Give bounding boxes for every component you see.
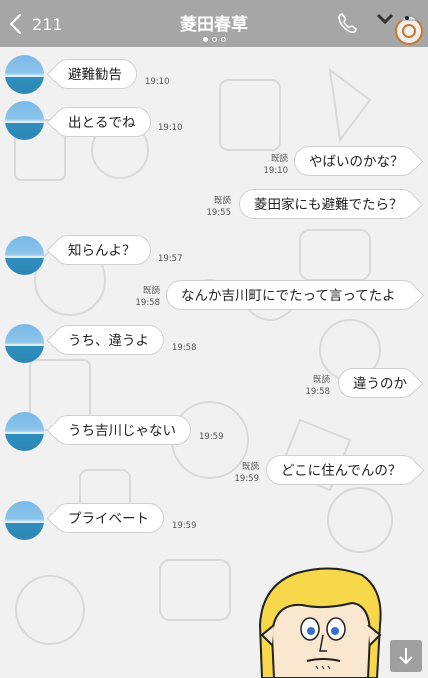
message-bubble-incoming[interactable]: 避難勧告 (53, 59, 137, 89)
avatar[interactable] (5, 501, 44, 540)
avatar[interactable] (5, 324, 44, 363)
page-dot (202, 37, 208, 42)
scroll-to-bottom-button[interactable] (390, 640, 422, 672)
page-indicator (0, 37, 428, 42)
message-bubble-incoming[interactable]: 知らんよ？ (53, 235, 151, 265)
read-receipt: 既読 (213, 196, 231, 206)
chat-title: 菱田春草 (180, 15, 248, 35)
read-receipt: 既読 (142, 286, 160, 296)
message-bubble-incoming[interactable]: 出とるでね (53, 107, 151, 137)
message-time: 19:55 (206, 208, 232, 218)
read-receipt: 既読 (312, 375, 330, 385)
message-time: 19:10 (145, 77, 170, 87)
page-dot (211, 37, 217, 42)
message-bubble-incoming[interactable]: うち吉川じゃない (53, 415, 191, 445)
message-bubble-incoming[interactable]: うち、違うよ (53, 325, 164, 355)
avatar[interactable] (5, 412, 44, 451)
phone-icon[interactable] (336, 11, 360, 35)
message-time: 19:10 (158, 123, 183, 133)
face-sticker-icon[interactable] (252, 565, 387, 678)
message-time: 19:57 (158, 254, 183, 264)
message-time: 19:58 (172, 343, 197, 353)
message-time: 19:10 (263, 166, 289, 176)
message-bubble-outgoing[interactable]: どこに住んでんの？ (266, 455, 418, 485)
robot-sticker-icon (395, 15, 423, 45)
message-time: 19:59 (172, 521, 197, 531)
arrow-down-icon (399, 648, 413, 665)
read-receipt: 既読 (270, 154, 288, 164)
avatar[interactable] (5, 55, 44, 94)
message-time: 19:59 (234, 474, 260, 484)
message-bubble-outgoing[interactable]: なんか吉川町にでたって言ってたよ (166, 280, 418, 310)
message-time: 19:58 (135, 298, 161, 308)
message-bubble-outgoing[interactable]: やばいのかな？ (294, 146, 417, 176)
avatar[interactable] (5, 101, 44, 140)
page-dot (220, 37, 226, 42)
message-bubble-outgoing[interactable]: 違うのか (338, 368, 417, 398)
message-bubble-outgoing[interactable]: 菱田家にも避難でたら？ (239, 189, 417, 219)
message-bubble-incoming[interactable]: プライベート (53, 503, 164, 533)
message-time: 19:59 (199, 432, 224, 442)
avatar[interactable] (5, 236, 44, 275)
message-time: 19:58 (305, 387, 331, 397)
chat-header: 211 菱田春草 (0, 0, 428, 47)
read-receipt: 既読 (241, 462, 259, 472)
